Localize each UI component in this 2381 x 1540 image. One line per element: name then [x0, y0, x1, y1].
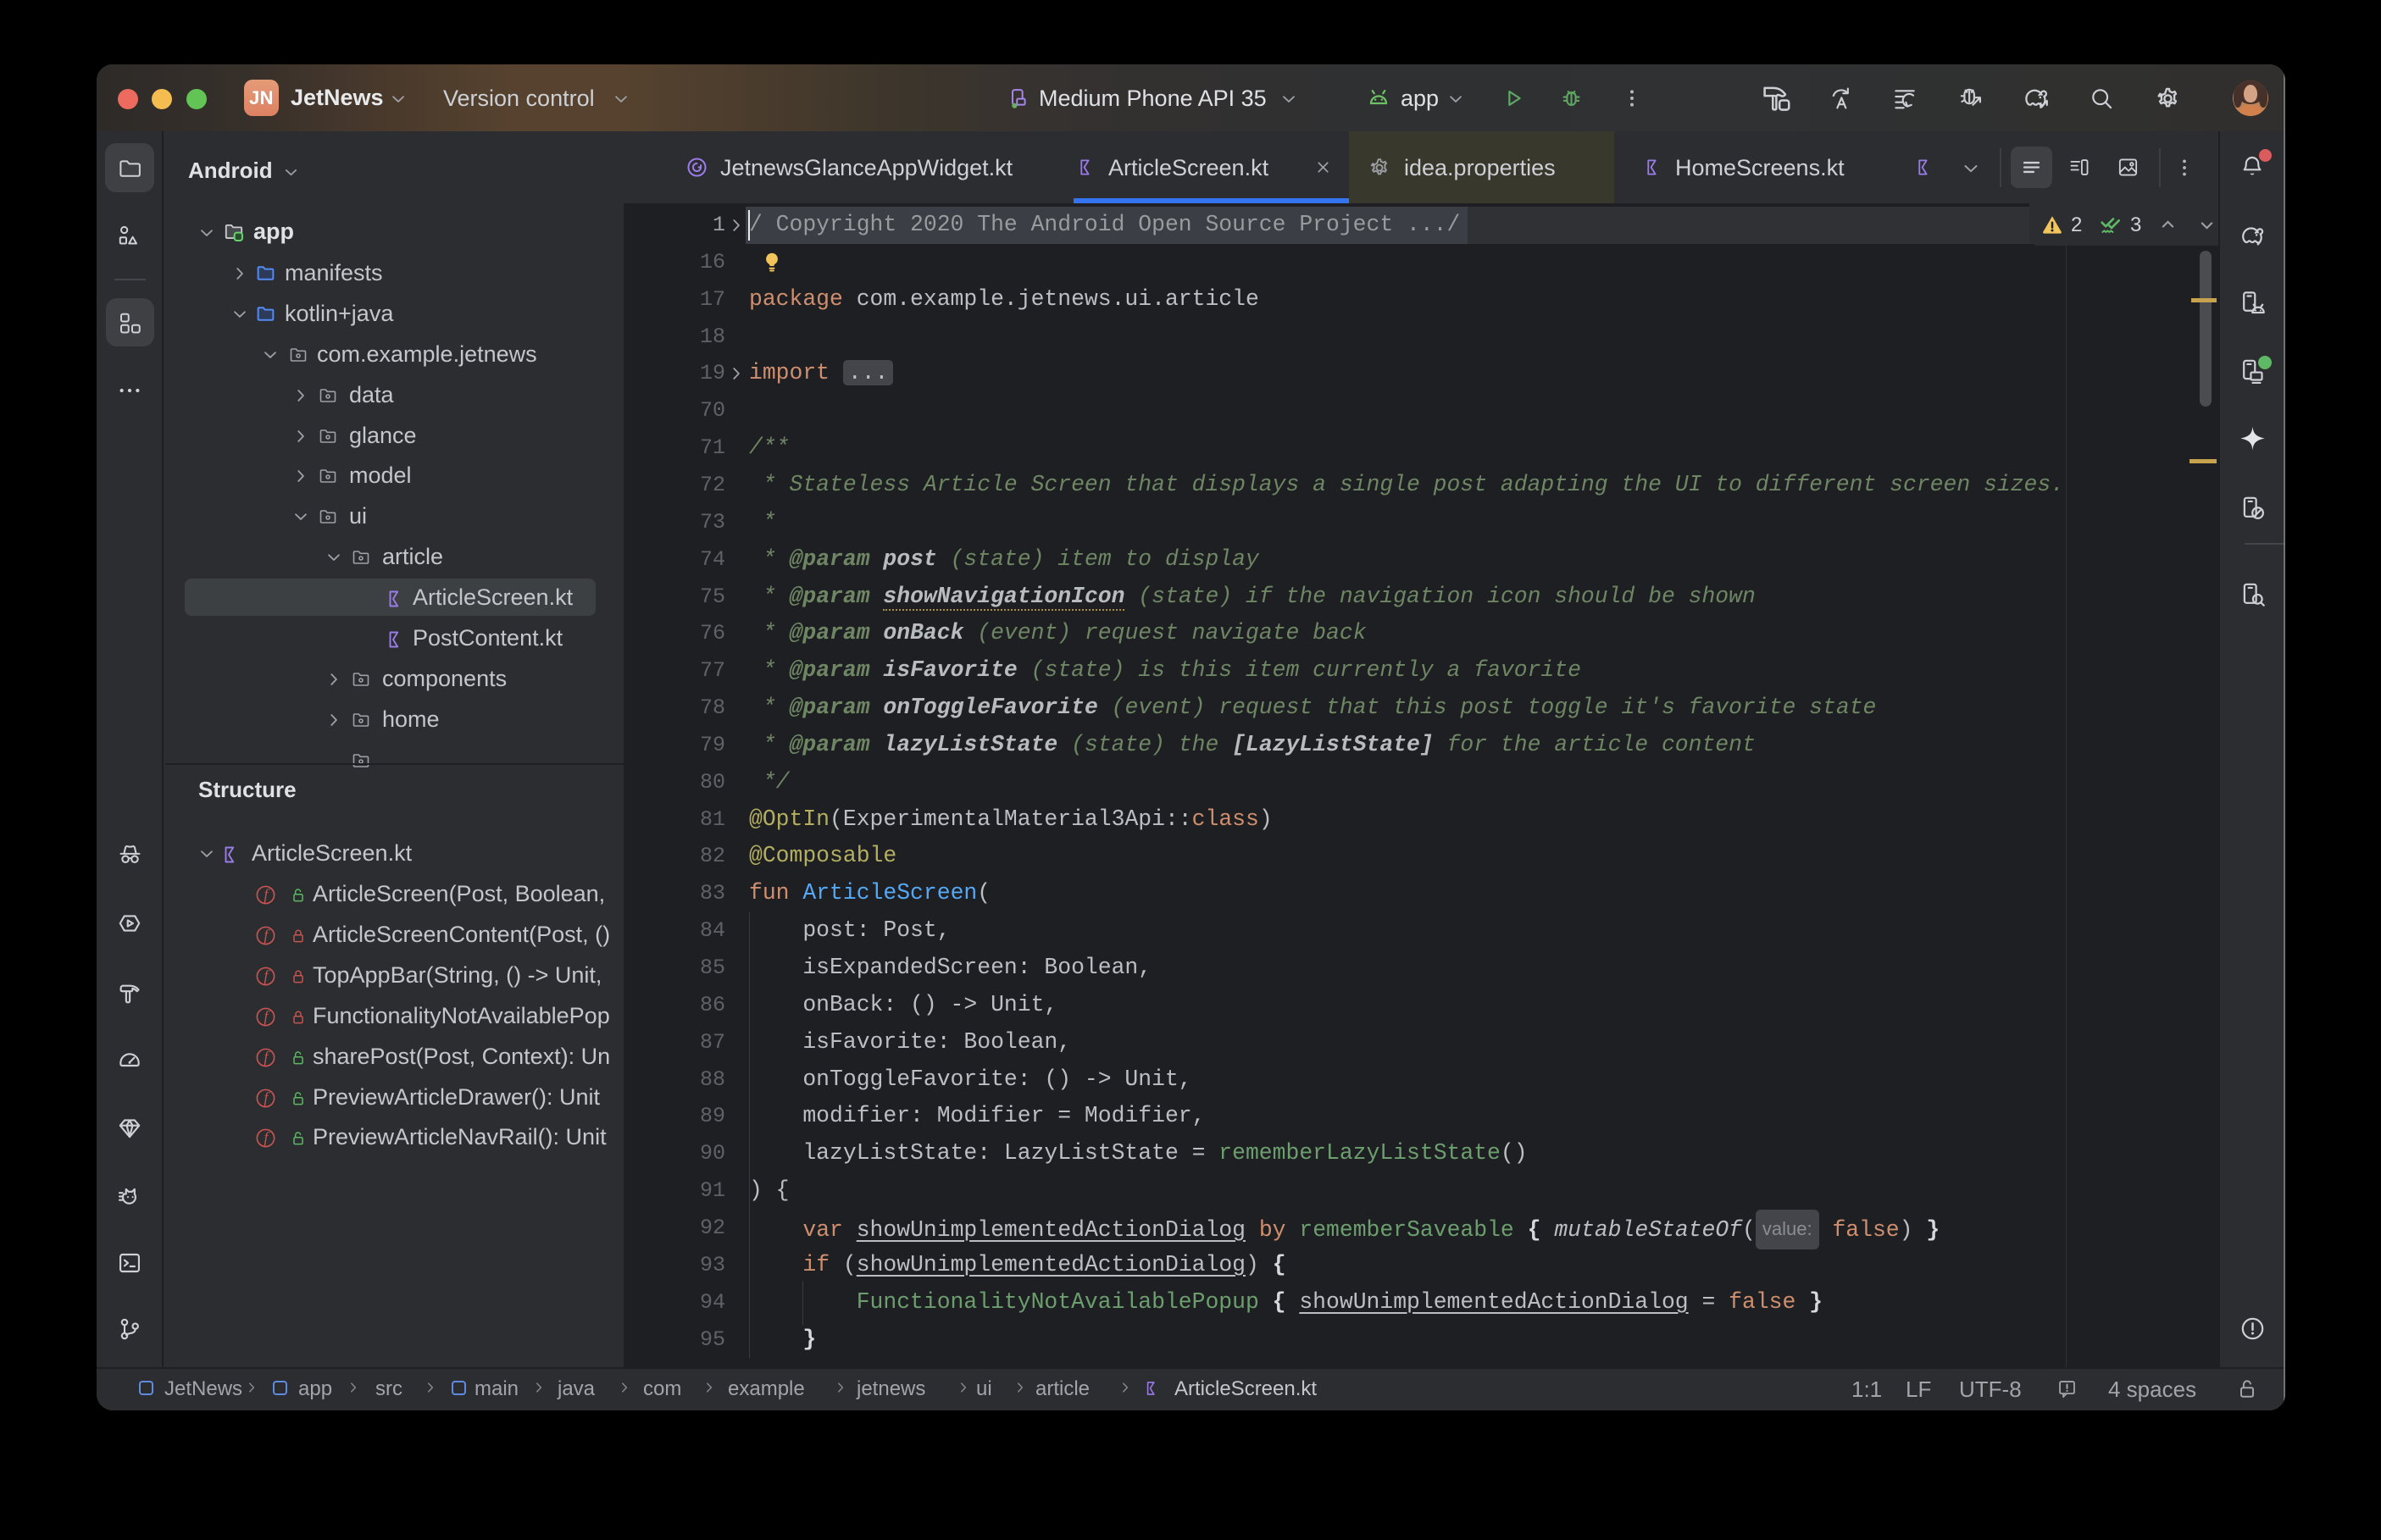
svg-text:f: f [264, 1129, 270, 1146]
svg-text:f: f [264, 1048, 270, 1065]
svg-text:f: f [264, 926, 270, 943]
svg-text:f: f [264, 1007, 270, 1024]
svg-text:f: f [264, 886, 270, 903]
svg-text:f: f [264, 1089, 270, 1105]
svg-text:f: f [264, 967, 270, 983]
